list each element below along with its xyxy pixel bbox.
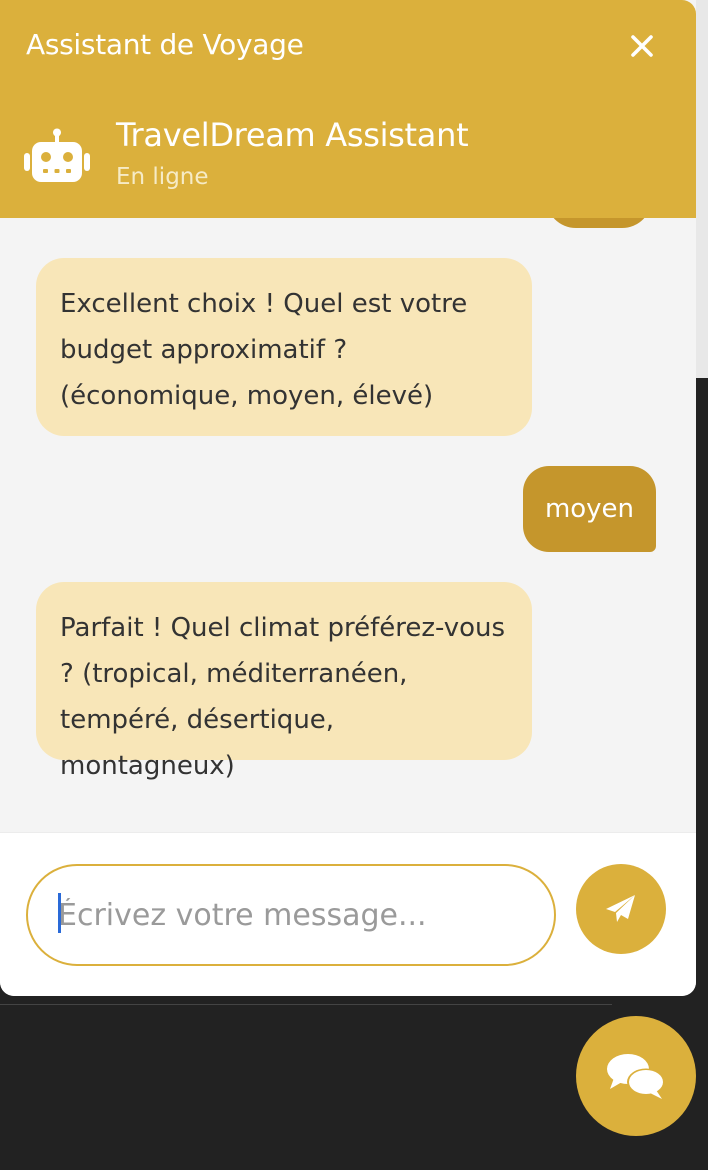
bot-status: En ligne — [116, 164, 209, 190]
chat-title: Assistant de Voyage — [26, 28, 304, 61]
bot-message: Parfait ! Quel climat préférez-vous ? (t… — [36, 582, 532, 781]
close-icon — [631, 35, 653, 57]
bot-message: Excellent choix ! Quel est votre budget … — [36, 258, 532, 436]
bot-name: TravelDream Assistant — [116, 116, 469, 154]
message-input[interactable] — [26, 864, 556, 966]
user-message: moyen — [523, 466, 656, 552]
robot-icon — [24, 128, 90, 182]
send-button[interactable] — [576, 864, 666, 954]
close-button[interactable] — [620, 24, 664, 68]
chat-launcher-button[interactable] — [576, 1016, 696, 1136]
composer-bar — [0, 832, 696, 996]
paper-plane-icon — [606, 895, 635, 922]
text-cursor — [58, 893, 61, 933]
chat-header: Assistant de Voyage TravelDream Assistan… — [0, 0, 696, 218]
chat-window: Excellent choix ! Quel est votre budget … — [0, 0, 696, 996]
page-background-strip — [696, 0, 708, 378]
chat-bubbles-icon — [607, 1054, 665, 1099]
page-divider — [0, 1004, 612, 1005]
